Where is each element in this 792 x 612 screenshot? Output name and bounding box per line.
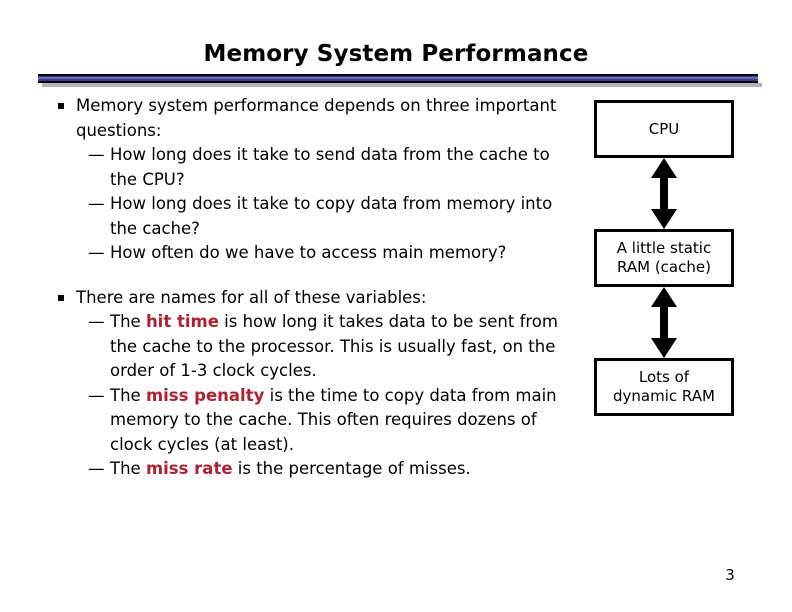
square-bullet-icon: [58, 294, 64, 301]
page-title: Memory System Performance: [203, 41, 589, 67]
bullet-level2: — How often do we have to access main me…: [44, 241, 574, 266]
memory-hierarchy-diagram: CPU A little static RAM (cache) Lots of …: [594, 100, 734, 418]
bullet-level2-prefix: The: [110, 385, 146, 405]
bullet-level2: — The miss rate is the percentage of mis…: [44, 457, 574, 482]
dash-bullet-icon: —: [88, 385, 105, 405]
dash-bullet-icon: —: [88, 459, 105, 478]
slide-canvas: Memory System Performance Memory system …: [0, 0, 792, 612]
slide-body: Memory system performance depends on thr…: [44, 94, 574, 482]
diagram-box-cpu-label: CPU: [648, 119, 680, 138]
diagram-box-cache: A little static RAM (cache): [594, 229, 734, 287]
page-number: 3: [725, 566, 735, 584]
bullet-level2-suffix: is the percentage of misses.: [232, 459, 471, 478]
bullet-level2: — How long does it take to copy data fro…: [44, 192, 574, 241]
bullet-level2-text: How long does it take to send data from …: [110, 145, 550, 189]
cpu-cache-arrow-icon: [651, 158, 677, 229]
cache-dram-arrow-icon: [651, 287, 677, 358]
bullet-level1-text: There are names for all of these variabl…: [76, 287, 427, 307]
title-divider-highlight: [38, 77, 758, 79]
dash-bullet-icon: —: [88, 243, 105, 262]
term-hit-time: hit time: [145, 312, 219, 331]
bullet-level1-text: Memory system performance depends on thr…: [76, 96, 557, 140]
title-divider-rule: [38, 74, 758, 83]
bullet-level2-text: How often do we have to access main memo…: [110, 243, 507, 262]
bullet-level2-prefix: The: [110, 459, 146, 478]
diagram-box-dram: Lots of dynamic RAM: [594, 358, 734, 416]
diagram-box-cpu: CPU: [594, 100, 734, 158]
bullet-level2: — The miss penalty is the time to copy d…: [44, 384, 574, 458]
term-miss-penalty: miss penalty: [145, 385, 265, 405]
dash-bullet-icon: —: [88, 145, 105, 164]
bullet-level1: Memory system performance depends on thr…: [44, 94, 574, 143]
bullet-level2: — How long does it take to send data fro…: [44, 143, 574, 192]
bullet-level2-prefix: The: [110, 312, 146, 331]
bullet-level2-text: How long does it take to copy data from …: [110, 194, 553, 238]
term-miss-rate: miss rate: [145, 459, 233, 478]
square-bullet-icon: [58, 103, 64, 109]
dash-bullet-icon: —: [88, 194, 105, 213]
diagram-box-dram-label: Lots of dynamic RAM: [613, 368, 715, 405]
title-divider-shadow: [42, 83, 762, 87]
diagram-box-cache-label: A little static RAM (cache): [616, 239, 712, 276]
bullet-level1: There are names for all of these variabl…: [44, 286, 574, 311]
dash-bullet-icon: —: [88, 312, 105, 331]
bullet-level2: — The hit time is how long it takes data…: [44, 310, 574, 384]
